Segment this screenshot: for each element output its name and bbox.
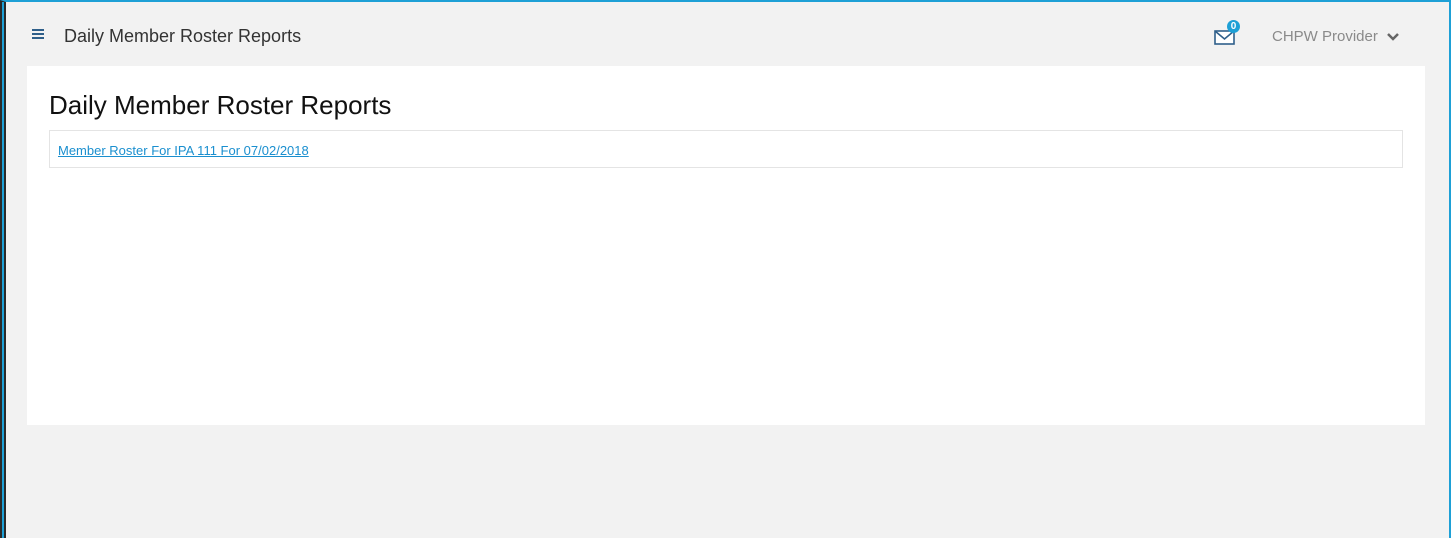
header-title: Daily Member Roster Reports [64,26,302,46]
report-list: Member Roster For IPA 111 For 07/02/2018 [49,130,1403,168]
unread-count-badge: 0 [1227,20,1240,33]
hamburger-menu-icon[interactable] [32,29,44,39]
top-bar: Daily Member Roster Reports 0 CHPW Provi… [6,2,1449,64]
user-menu-dropdown[interactable]: CHPW Provider [1272,28,1400,45]
chevron-down-icon [1387,33,1399,41]
app-window: Daily Member Roster Reports 0 CHPW Provi… [0,0,1451,538]
messages-button[interactable]: 0 [1214,20,1240,46]
user-name-label: CHPW Provider [1272,28,1378,45]
content-panel: Daily Member Roster Reports Member Roste… [27,66,1425,425]
report-link-ipa-111[interactable]: Member Roster For IPA 111 For 07/02/2018 [58,143,309,158]
page-title: Daily Member Roster Reports [49,90,392,120]
